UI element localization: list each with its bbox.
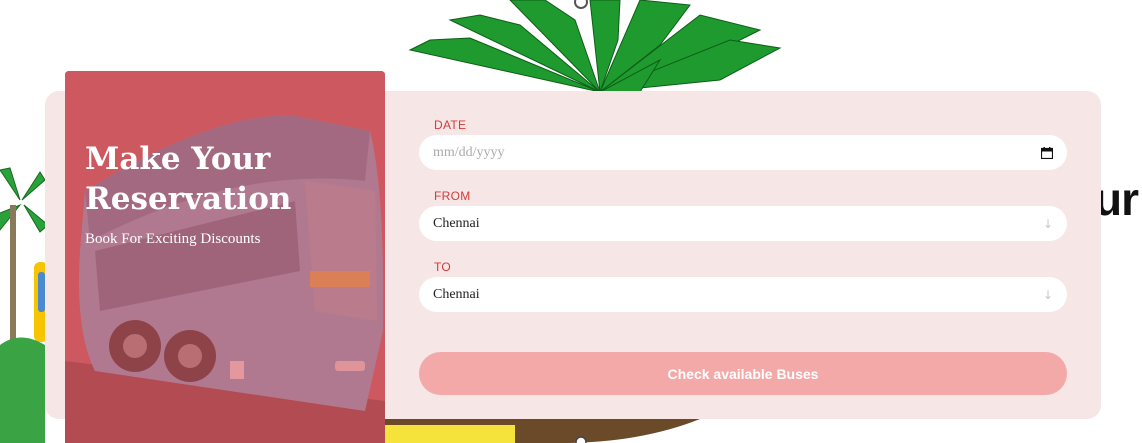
hero-overlay <box>65 71 385 443</box>
from-label: FROM <box>434 189 471 203</box>
date-placeholder: mm/dd/yyyy <box>433 144 505 160</box>
scroll-handle-icon[interactable] <box>575 436 587 443</box>
to-label: TO <box>434 260 452 274</box>
to-select[interactable]: Chennai ↓ <box>419 277 1067 312</box>
calendar-icon[interactable] <box>1041 146 1053 159</box>
from-value: Chennai <box>433 215 480 231</box>
page: ur Make Your Reservation Book For Exciti… <box>0 0 1142 443</box>
check-buses-button[interactable]: Check available Buses <box>419 352 1067 395</box>
hero-subtitle: Book For Exciting Discounts <box>85 231 261 247</box>
from-select[interactable]: Chennai ↓ <box>419 206 1067 241</box>
date-label: DATE <box>434 118 467 132</box>
date-input[interactable]: mm/dd/yyyy <box>419 135 1067 170</box>
hero-panel: Make Your Reservation Book For Exciting … <box>65 71 385 443</box>
arrow-down-icon: ↓ <box>1042 216 1053 231</box>
to-value: Chennai <box>433 286 480 302</box>
arrow-down-icon: ↓ <box>1042 287 1053 302</box>
hero-title: Make Your Reservation <box>85 141 292 217</box>
